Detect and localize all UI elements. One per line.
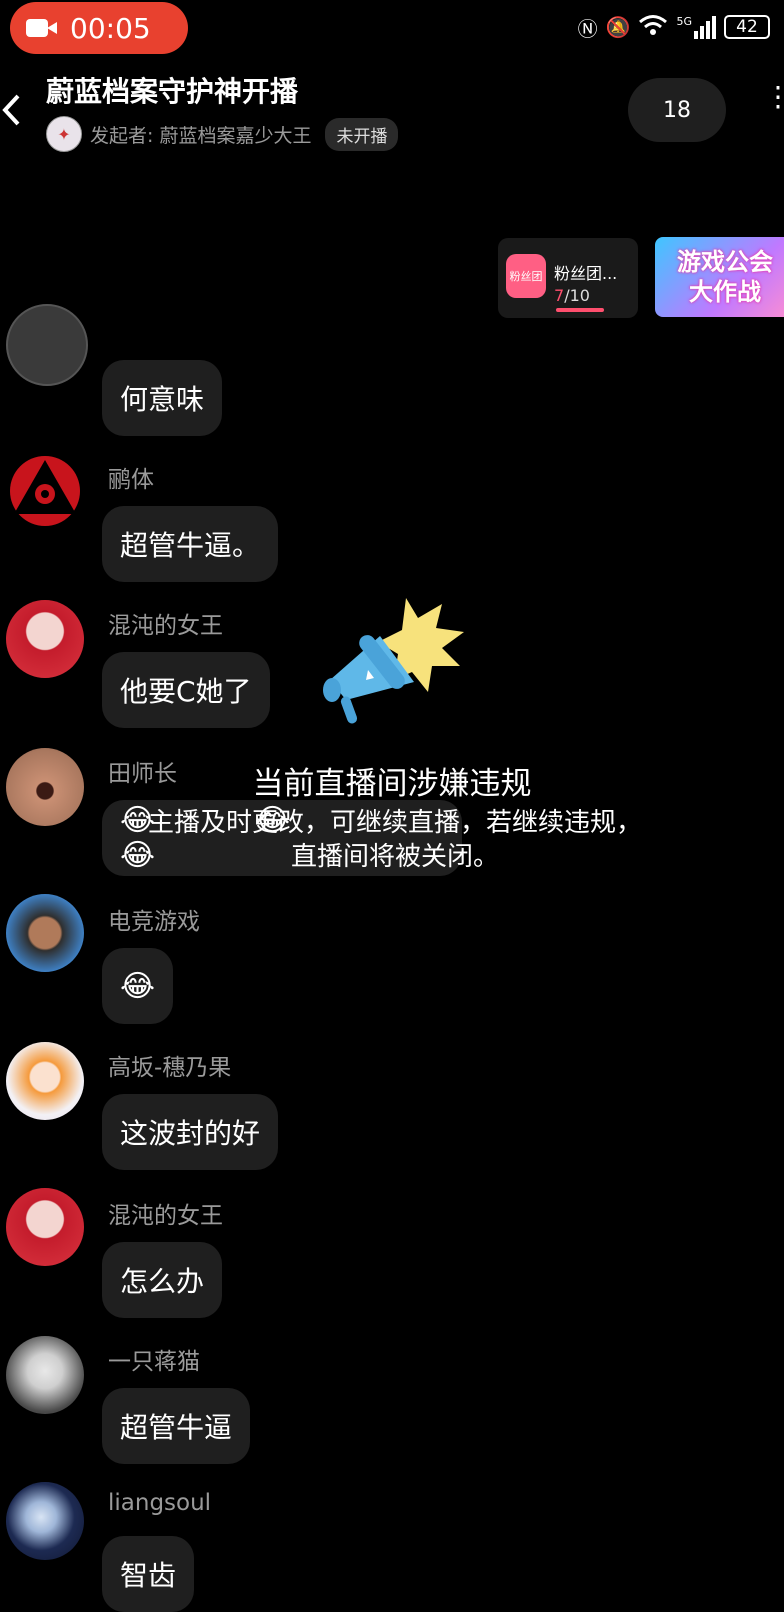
host-info: ✦ 发起者: 蔚蓝档案嘉少大王 未开播 (46, 116, 399, 152)
banner-line2: 大作战 (689, 278, 761, 306)
video-camera-icon (26, 17, 58, 39)
live-status-badge: 未开播 (325, 117, 399, 151)
fan-club-icon: 粉丝团 (506, 254, 546, 298)
avatar[interactable] (6, 894, 84, 972)
member-count-button[interactable]: 18 (628, 78, 726, 142)
mute-bell-icon: 🔕 (605, 15, 631, 39)
more-options-icon[interactable]: ⋮ (764, 83, 784, 111)
violation-notice-body: 主播及时更改，可继续直播，若继续违规，直播间将被关闭。 (147, 808, 642, 872)
username: 混沌的女王 (108, 1203, 223, 1229)
message-bubble[interactable]: 怎么办 (102, 1242, 223, 1318)
violation-notice-title: 当前直播间涉嫌违规 (252, 766, 532, 802)
banner-line1: 游戏公会 (677, 248, 773, 276)
username: 高坂-穗乃果 (108, 1055, 232, 1081)
chevron-left-icon (2, 94, 20, 126)
avatar[interactable] (6, 452, 84, 530)
wifi-icon (638, 14, 668, 41)
username: 电竞游戏 (108, 909, 200, 935)
message-bubble[interactable]: 这波封的好 (102, 1094, 279, 1170)
message-bubble[interactable]: 😂 (102, 948, 174, 1024)
screen-record-indicator[interactable]: 00:05 (10, 2, 188, 54)
battery-icon: 42 (724, 15, 770, 39)
message-bubble[interactable]: 何意味 (102, 360, 223, 436)
avatar[interactable] (6, 1482, 84, 1560)
message-bubble[interactable]: 超管牛逼。 (102, 506, 279, 582)
fan-club-card[interactable]: 粉丝团 粉丝团... 7/10 (498, 238, 638, 318)
status-icons: Ⓝ 🔕 5G 42 (578, 12, 770, 42)
message-bubble[interactable]: 他要C她了 (102, 652, 270, 728)
avatar[interactable] (6, 1336, 84, 1414)
back-button[interactable] (0, 92, 24, 135)
avatar[interactable] (6, 1042, 84, 1120)
avatar[interactable] (6, 1188, 84, 1266)
game-guild-banner[interactable]: 游戏公会 大作战 (655, 237, 784, 317)
record-timer: 00:05 (70, 11, 151, 45)
username: 混沌的女王 (108, 613, 223, 639)
message-bubble[interactable]: 超管牛逼 (102, 1388, 251, 1464)
fan-club-title: 粉丝团... (554, 264, 618, 283)
signal-icon: 5G (676, 15, 716, 39)
message-bubble[interactable]: 智齿 (102, 1536, 195, 1612)
avatar[interactable] (6, 304, 88, 386)
username: 一只蒋猫 (108, 1349, 200, 1375)
fan-club-progress-bar (556, 308, 604, 312)
avatar[interactable] (6, 600, 84, 678)
username: liangsoul (108, 1490, 212, 1516)
page-title: 蔚蓝档案守护神开播 (46, 75, 299, 108)
host-avatar[interactable]: ✦ (46, 116, 82, 152)
fan-club-progress: 7/10 (554, 286, 590, 305)
megaphone-icon (323, 598, 464, 724)
nfc-icon: Ⓝ (577, 16, 598, 41)
host-label: 发起者: 蔚蓝档案嘉少大王 (90, 124, 312, 147)
username: 鹂体 (108, 467, 154, 493)
